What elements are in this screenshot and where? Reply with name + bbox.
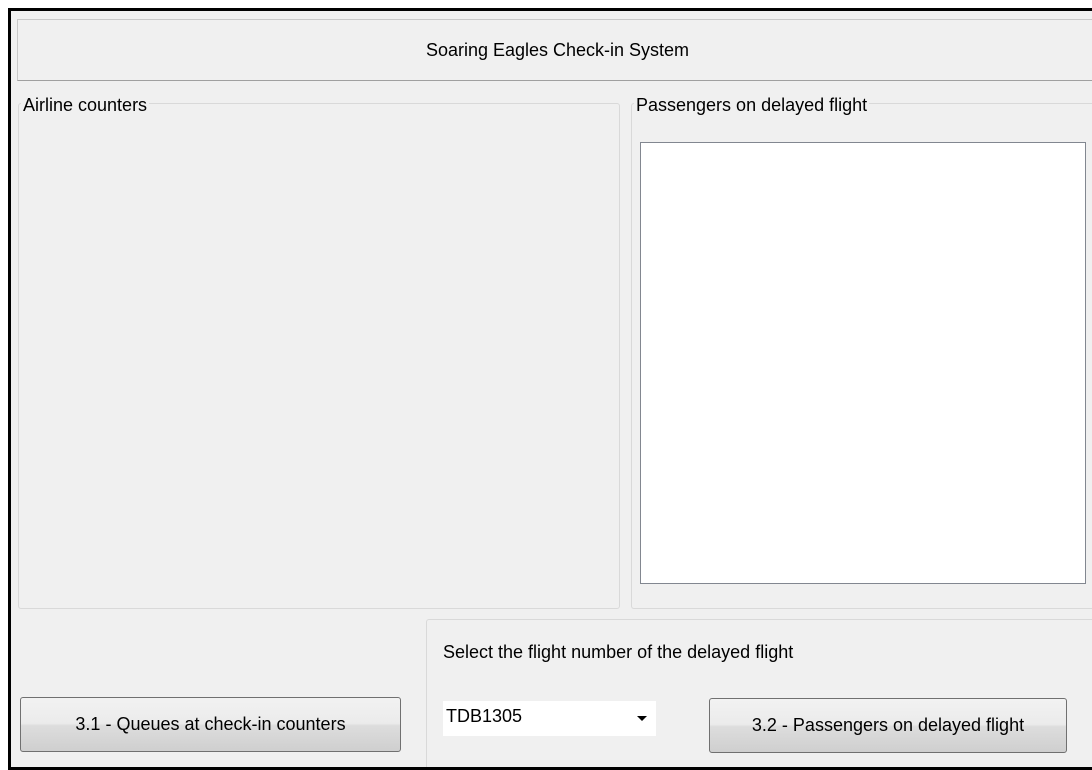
passengers-button[interactable]: 3.2 - Passengers on delayed flight [709, 698, 1067, 753]
delayed-flight-group: Passengers on delayed flight [631, 94, 1092, 609]
chevron-down-icon[interactable] [637, 716, 647, 721]
flight-number-value: TDB1305 [446, 706, 523, 726]
passenger-listbox[interactable] [640, 142, 1086, 584]
title-label: Soaring Eagles Check-in System [17, 19, 1092, 81]
flight-select-prompt: Select the flight number of the delayed … [443, 642, 794, 662]
app-title: Soaring Eagles Check-in System [425, 39, 690, 60]
airline-counters-group: Airline counters [18, 94, 620, 609]
app-window: Soaring Eagles Check-in System Airline c… [8, 8, 1092, 770]
delayed-flight-label: Passengers on delayed flight [634, 94, 870, 116]
airline-counters-label: Airline counters [21, 94, 150, 116]
flight-select-panel: Select the flight number of the delayed … [426, 619, 1092, 767]
queues-button[interactable]: 3.1 - Queues at check-in counters [20, 697, 401, 752]
flight-number-select[interactable]: TDB1305 [443, 701, 656, 736]
